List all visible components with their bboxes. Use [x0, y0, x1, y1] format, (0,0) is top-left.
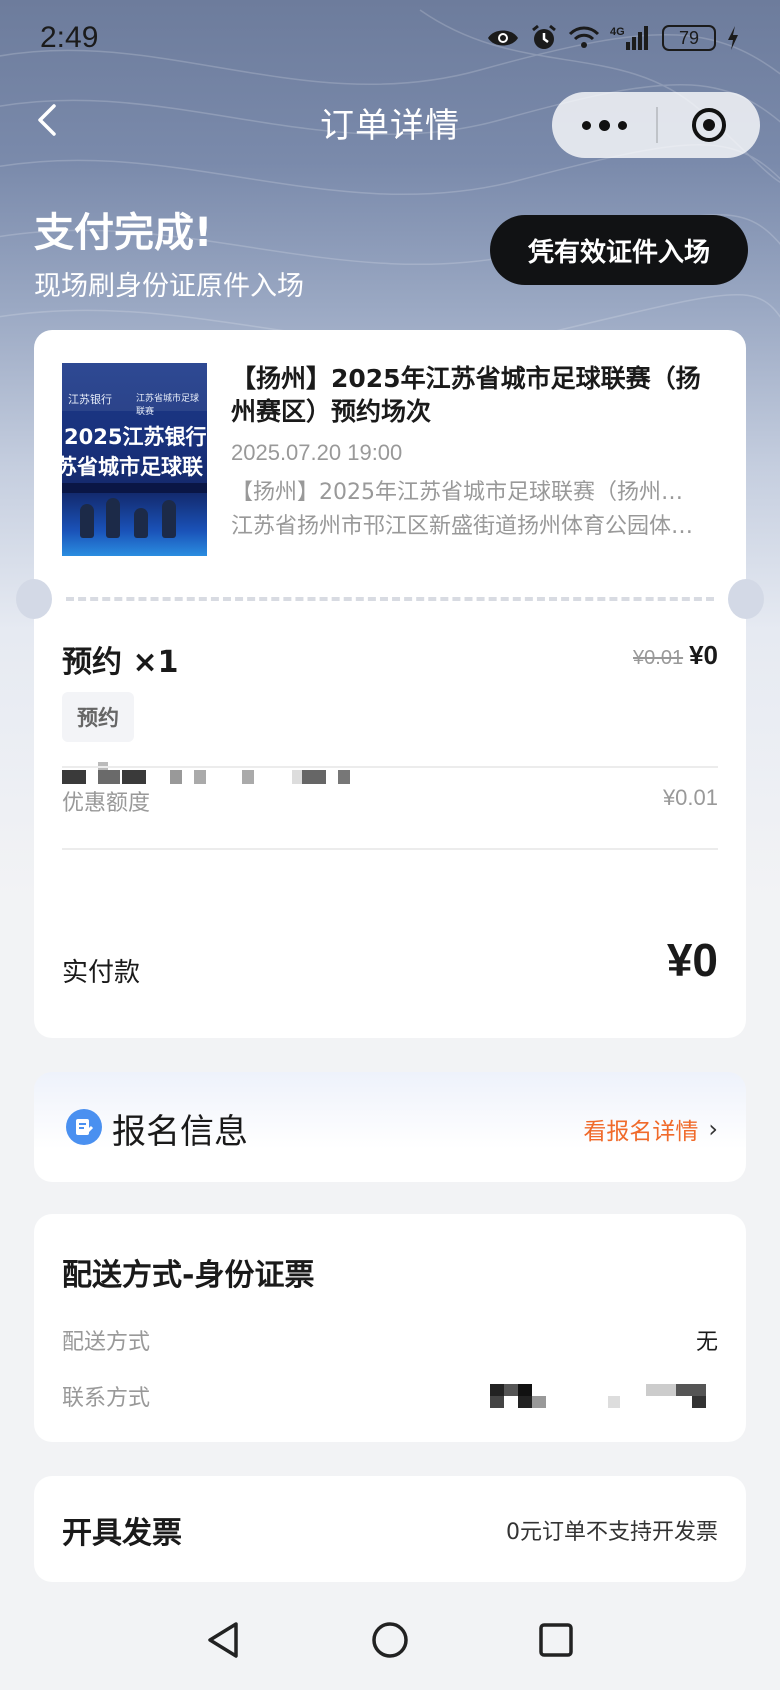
nav-recents-icon[interactable]: [532, 1616, 580, 1664]
event-address: 江苏省扬州市邗江区新盛街道扬州体育公园体育场: [231, 514, 701, 539]
section-divider: [62, 766, 718, 768]
nav-home-icon[interactable]: [366, 1616, 414, 1664]
registration-icon: [66, 1109, 102, 1145]
invoice-status: 0元订单不支持开发票: [506, 1520, 718, 1545]
alarm-icon: [532, 24, 556, 49]
registration-card[interactable]: 报名信息 看报名详情 ›: [34, 1072, 746, 1182]
item-price: ¥0.01 ¥0: [633, 640, 718, 671]
battery-level: 79: [678, 27, 700, 48]
contact-label: 联系方式: [62, 1386, 151, 1411]
status-bar: 2:49 4G 79: [0, 0, 780, 76]
system-navigation-bar: [0, 1590, 780, 1690]
event-poster[interactable]: 江苏银行 江苏省城市足球联赛 2025江苏银行 苏省城市足球联: [62, 363, 207, 556]
edit-document-icon: [76, 1119, 94, 1135]
status-icons: 4G 79: [486, 24, 740, 52]
player-figure: [106, 498, 120, 538]
ticket-divider: [66, 597, 714, 601]
player-figure: [80, 504, 94, 538]
network-label: 4G: [610, 26, 625, 38]
registration-link-label: 看报名详情: [583, 1119, 699, 1145]
order-card: 江苏银行 江苏省城市足球联赛 2025江苏银行 苏省城市足球联 【扬州】2025…: [16, 330, 764, 1038]
item-tag: 预约: [62, 692, 134, 742]
player-figure: [134, 508, 148, 538]
section-divider: [62, 848, 718, 850]
dot-icon: [581, 120, 591, 130]
item-name: 预约 ×1: [62, 645, 179, 680]
discount-label: 优惠额度: [62, 791, 151, 816]
redacted-contact: [490, 1380, 720, 1408]
discount-value: ¥0.01: [662, 785, 718, 810]
ticket-notch-right: [728, 579, 764, 619]
chevron-right-icon: ›: [708, 1115, 718, 1143]
dot-icon: [598, 119, 610, 131]
event-title: 【扬州】2025年江苏省城市足球联赛（扬州赛区）预约场次: [231, 364, 701, 426]
nav-back-icon[interactable]: [200, 1616, 248, 1664]
poster-league-logo: 江苏省城市足球联赛: [136, 394, 200, 417]
eye-icon: [488, 30, 518, 46]
current-price: ¥0: [689, 640, 718, 670]
poster-field: [62, 493, 207, 556]
delivery-card: 配送方式-身份证票 配送方式 无 联系方式: [34, 1214, 746, 1442]
registration-details-link[interactable]: 看报名详情 ›: [583, 1112, 718, 1146]
paid-label: 实付款: [62, 958, 141, 988]
poster-headline-1: 2025江苏银行: [64, 425, 207, 449]
event-name: 【扬州】2025年江苏省城市足球联赛（扬州赛区）预约场次: [231, 480, 701, 505]
navigation-bar: 订单详情: [0, 86, 780, 158]
dot-icon: [617, 120, 627, 130]
original-price: ¥0.01: [633, 647, 684, 669]
status-time: 2:49: [40, 21, 99, 54]
ticket-notch-left: [16, 579, 52, 619]
invoice-title: 开具发票: [62, 1516, 182, 1551]
poster-headline-2: 苏省城市足球联: [62, 455, 203, 479]
target-icon: [692, 108, 726, 142]
battery-icon: 79: [662, 25, 716, 51]
wifi-icon: [568, 26, 600, 48]
miniapp-capsule: [552, 92, 760, 158]
paid-value: ¥0: [666, 934, 718, 986]
entry-credential-button[interactable]: 凭有效证件入场: [490, 215, 748, 285]
poster-bank-logo: 江苏银行: [68, 393, 112, 406]
more-options-button[interactable]: [552, 92, 656, 158]
poster-band: [62, 483, 207, 493]
signal-icon: 4G: [610, 26, 648, 50]
invoice-card: 开具发票 0元订单不支持开发票: [34, 1476, 746, 1582]
registration-title: 报名信息: [112, 1112, 248, 1152]
delivery-method-label: 配送方式: [62, 1330, 151, 1355]
payment-status-title: 支付完成!: [34, 210, 213, 256]
delivery-method-value: 无: [695, 1330, 718, 1355]
payment-status-subtitle: 现场刷身份证原件入场: [34, 271, 304, 302]
event-time: 2025.07.20 19:00: [231, 440, 403, 465]
charging-icon: [728, 26, 738, 50]
close-miniapp-button[interactable]: [658, 92, 760, 158]
delivery-title: 配送方式-身份证票: [62, 1258, 315, 1293]
player-figure: [162, 500, 176, 538]
